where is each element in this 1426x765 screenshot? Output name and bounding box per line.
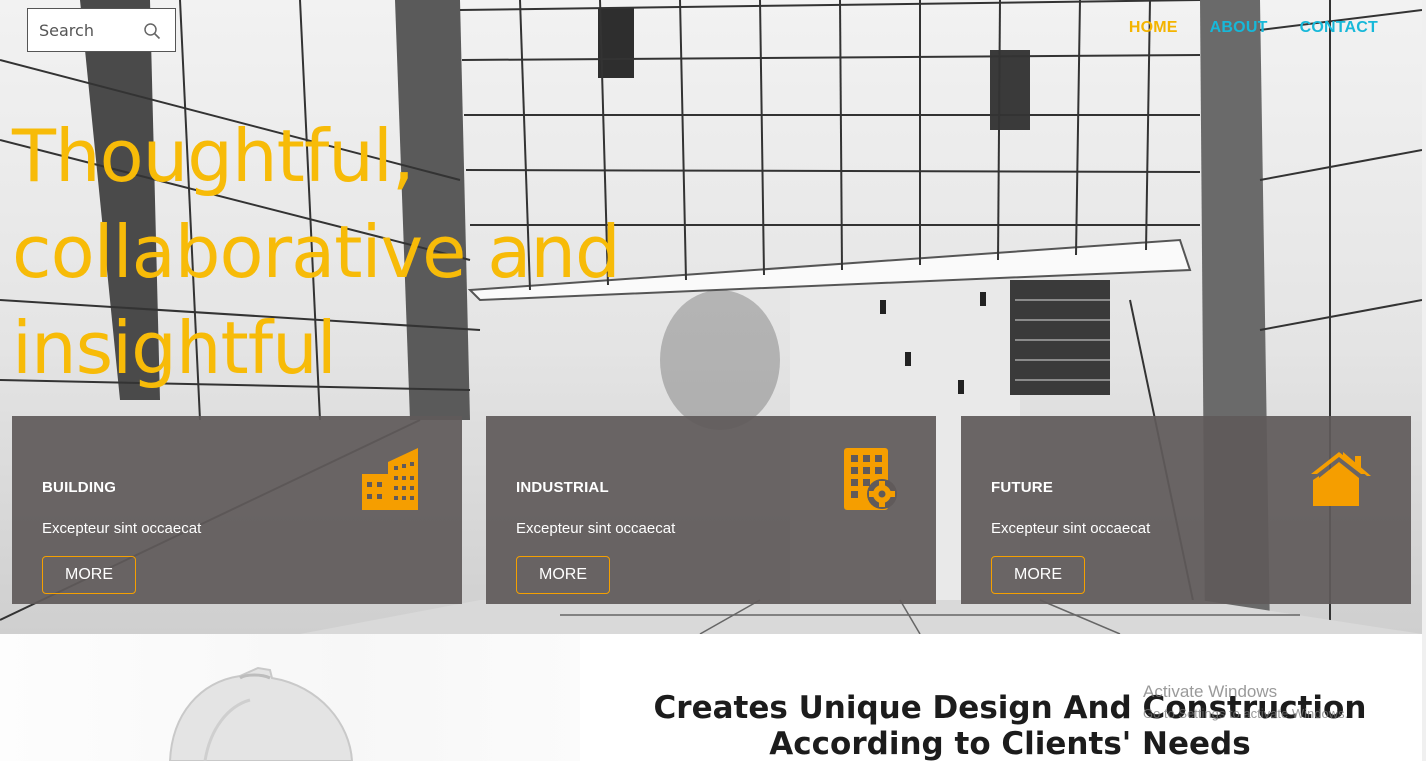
hero-headline: Thoughtful, collaborative and insightful (12, 114, 621, 390)
card-text: Excepteur sint occaecat (516, 520, 676, 537)
nav-contact-link[interactable]: CONTACT (1300, 19, 1378, 37)
more-button[interactable]: MORE (42, 556, 136, 594)
nav-home-link[interactable]: HOME (1129, 19, 1178, 37)
page-scrollbar[interactable] (1422, 0, 1426, 761)
search-input[interactable] (37, 19, 141, 41)
card-industrial: INDUSTRIAL Excepteur sint occaecat MORE (486, 416, 936, 604)
hard-hat-image (168, 666, 354, 762)
card-text: Excepteur sint occaecat (42, 520, 202, 537)
card-text: Excepteur sint occaecat (991, 520, 1151, 537)
house-icon (1311, 452, 1371, 506)
top-nav: HOME ABOUT CONTACT (1129, 19, 1378, 37)
windows-activation-hint: Go to Settings to activate Windows. (1143, 706, 1349, 721)
worker-photo (0, 634, 580, 762)
more-button[interactable]: MORE (516, 556, 610, 594)
search-box[interactable] (27, 8, 176, 52)
windows-activation-watermark: Activate Windows (1143, 682, 1278, 701)
hero-section: HOME ABOUT CONTACT Thoughtful, collabora… (0, 0, 1422, 634)
office-gear-icon (844, 448, 897, 510)
more-button[interactable]: MORE (991, 556, 1085, 594)
search-icon[interactable] (143, 22, 161, 40)
card-title: INDUSTRIAL (516, 479, 609, 496)
buildings-icon (362, 448, 418, 510)
card-title: FUTURE (991, 479, 1054, 496)
card-title: BUILDING (42, 479, 117, 496)
card-building: BUILDING Excepteur sint occaecat MORE (12, 416, 462, 604)
nav-about-link[interactable]: ABOUT (1210, 19, 1268, 37)
card-future: FUTURE Excepteur sint occaecat MORE (961, 416, 1411, 604)
